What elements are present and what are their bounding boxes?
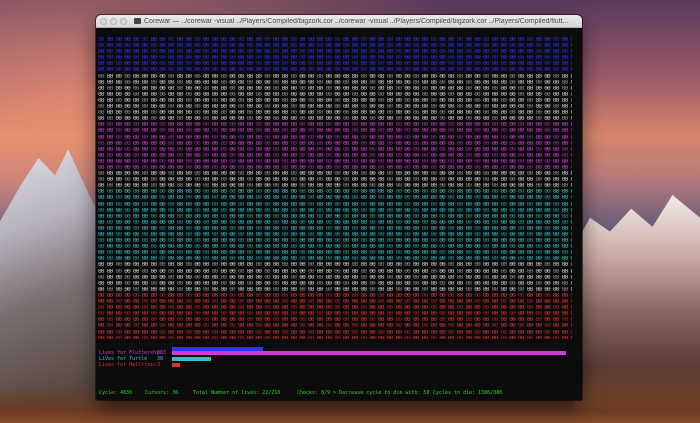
background-mountain-left <box>0 149 110 423</box>
lives-bar-fluttershy <box>172 351 566 355</box>
checks-status: Checks: 8/9 > Decrease cycle to die with… <box>297 390 430 396</box>
terminal-content[interactable]: 00 00 00 00 00 00 00 00 00 00 00 00 00 0… <box>98 29 580 398</box>
cycle-counter: Cycle: 4830 <box>99 390 133 396</box>
lives-bar-helltrain <box>172 363 180 367</box>
zoom-button[interactable] <box>120 17 127 25</box>
lives-label: Lives for Helltrain <box>99 362 157 368</box>
lives-row-helltrain: Lives for Helltrain3 <box>99 363 171 368</box>
minimize-button[interactable] <box>110 17 117 25</box>
close-button[interactable] <box>100 17 107 25</box>
terminal-window[interactable]: Corewar — ../corewar -visual ../Players/… <box>96 15 582 400</box>
folder-icon <box>134 18 141 24</box>
window-title: Corewar — ../corewar -visual ../Players/… <box>144 17 569 25</box>
total-lives: Total Number of lives: 22/210 <box>193 390 281 396</box>
title-bar[interactable]: Corewar — ../corewar -visual ../Players/… <box>96 15 582 28</box>
memory-grid: 00 00 00 00 00 00 00 00 00 00 00 00 00 0… <box>98 37 572 339</box>
cycles-to-die: Cycles to die: 1386/380 <box>433 390 503 396</box>
memory-row: 00 00 00 00 00 00 00 00 00 00 00 00 00 0… <box>98 336 572 339</box>
lives-count: 3 <box>157 362 161 368</box>
lives-bar-turtle <box>172 357 211 361</box>
cursors-counter: Cursors: 36 <box>145 390 179 396</box>
